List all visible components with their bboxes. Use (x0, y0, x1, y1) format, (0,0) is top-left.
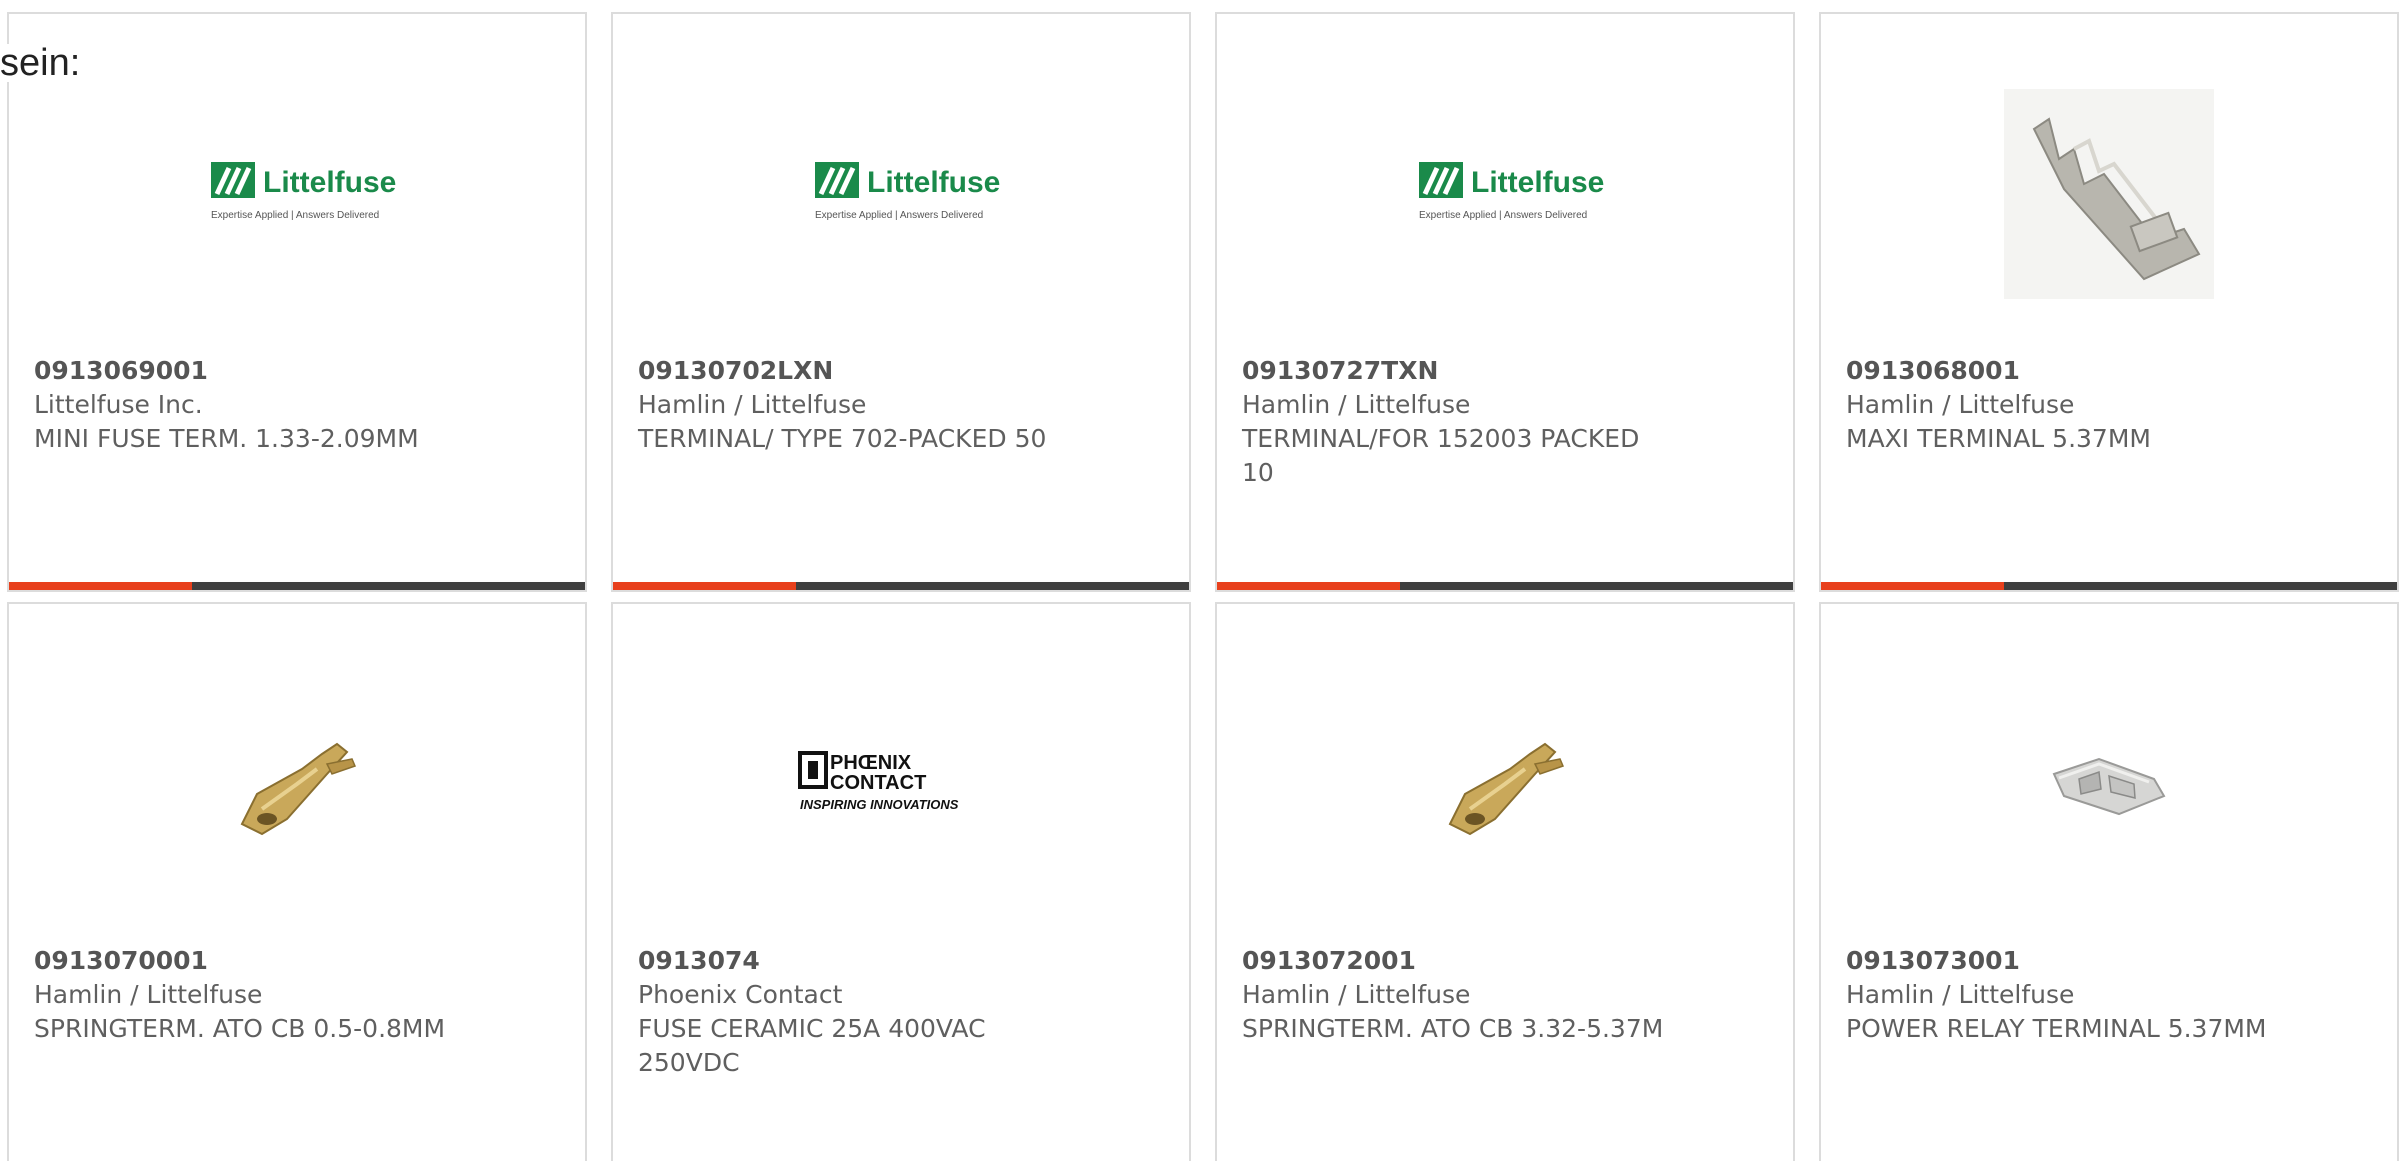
product-info: 0913069001 Littelfuse Inc. MINI FUSE TER… (34, 354, 564, 456)
manufacturer: Hamlin / Littelfuse (34, 980, 263, 1009)
product-info: 0913072001 Hamlin / Littelfuse SPRINGTER… (1242, 944, 1772, 1046)
product-image[interactable]: Littelfuse Expertise Applied | Answers D… (9, 74, 585, 314)
card-bar-accent (1821, 582, 2004, 590)
product-image[interactable] (1217, 664, 1793, 904)
product-card[interactable]: 0913070001 Hamlin / Littelfuse SPRINGTER… (7, 602, 587, 1161)
product-description: TERMINAL/ TYPE 702-PACKED 50 (638, 424, 1047, 453)
product-image[interactable] (1821, 74, 2397, 314)
brass-spring-terminal-photo (240, 742, 357, 836)
product-card[interactable]: 0913073001 Hamlin / Littelfuse POWER REL… (1819, 602, 2399, 1161)
manufacturer: Littelfuse Inc. (34, 390, 203, 419)
product-grid-page: sein: Littelfuse Expertise Applied | Ans… (0, 0, 2400, 1161)
littelfuse-logo: Littelfuse Expertise Applied | Answers D… (1419, 162, 1604, 221)
product-image[interactable]: Littelfuse Expertise Applied | Answers D… (613, 74, 1189, 314)
part-number[interactable]: 0913074 (638, 944, 1168, 978)
product-image[interactable] (9, 664, 585, 904)
phoenix-logo-line2: CONTACT (830, 772, 926, 794)
card-bottom-bar (9, 582, 585, 590)
part-number[interactable]: 0913073001 (1846, 944, 2376, 978)
product-info: 09130727TXN Hamlin / Littelfuse TERMINAL… (1242, 354, 1772, 490)
product-description: TERMINAL/FOR 152003 PACKED 10 (1242, 424, 1640, 487)
product-image[interactable]: Littelfuse Expertise Applied | Answers D… (1217, 74, 1793, 314)
card-bottom-bar (1217, 582, 1793, 590)
maxi-terminal-photo (2004, 89, 2214, 299)
part-number[interactable]: 0913072001 (1242, 944, 1772, 978)
manufacturer: Hamlin / Littelfuse (1242, 390, 1471, 419)
card-bar-accent (1217, 582, 1400, 590)
brass-spring-terminal-photo (1448, 742, 1565, 836)
littelfuse-logo-name: Littelfuse (263, 166, 396, 199)
product-description: MINI FUSE TERM. 1.33-2.09MM (34, 424, 419, 453)
product-description: POWER RELAY TERMINAL 5.37MM (1846, 1014, 2267, 1043)
product-info: 0913073001 Hamlin / Littelfuse POWER REL… (1846, 944, 2376, 1046)
manufacturer: Hamlin / Littelfuse (1242, 980, 1471, 1009)
card-bar-accent (9, 582, 192, 590)
manufacturer: Phoenix Contact (638, 980, 843, 1009)
littelfuse-logo-tagline: Expertise Applied | Answers Delivered (815, 210, 983, 221)
card-bottom-bar (613, 582, 1189, 590)
product-info: 0913074 Phoenix Contact FUSE CERAMIC 25A… (638, 944, 1168, 1080)
manufacturer: Hamlin / Littelfuse (638, 390, 867, 419)
product-card[interactable]: 0913072001 Hamlin / Littelfuse SPRINGTER… (1215, 602, 1795, 1161)
part-number[interactable]: 09130727TXN (1242, 354, 1772, 388)
product-grid: Littelfuse Expertise Applied | Answers D… (7, 12, 2399, 1161)
phoenix-logo-tagline: INSPIRING INNOVATIONS (800, 797, 959, 812)
part-number[interactable]: 0913070001 (34, 944, 564, 978)
littelfuse-logo: Littelfuse Expertise Applied | Answers D… (815, 162, 1000, 221)
intro-text: sein: (0, 42, 81, 84)
product-info: 0913070001 Hamlin / Littelfuse SPRINGTER… (34, 944, 564, 1046)
littelfuse-logo-name: Littelfuse (867, 166, 1000, 199)
littelfuse-logo-tagline: Expertise Applied | Answers Delivered (211, 210, 379, 221)
littelfuse-logo-name: Littelfuse (1471, 166, 1604, 199)
product-card[interactable]: Littelfuse Expertise Applied | Answers D… (1215, 12, 1795, 592)
product-info: 0913068001 Hamlin / Littelfuse MAXI TERM… (1846, 354, 2376, 456)
product-description: SPRINGTERM. ATO CB 0.5-0.8MM (34, 1014, 446, 1043)
product-description: MAXI TERMINAL 5.37MM (1846, 424, 2151, 453)
product-description: FUSE CERAMIC 25A 400VAC 250VDC (638, 1014, 986, 1077)
product-card[interactable]: PHŒNIX CONTACT INSPIRING INNOVATIONS 091… (611, 602, 1191, 1161)
phoenix-contact-logo: PHŒNIX CONTACT INSPIRING INNOVATIONS (798, 751, 959, 812)
card-bar-accent (613, 582, 796, 590)
part-number[interactable]: 0913069001 (34, 354, 564, 388)
product-description: SPRINGTERM. ATO CB 3.32-5.37M (1242, 1014, 1664, 1043)
part-number[interactable]: 09130702LXN (638, 354, 1168, 388)
manufacturer: Hamlin / Littelfuse (1846, 980, 2075, 1009)
product-image[interactable]: PHŒNIX CONTACT INSPIRING INNOVATIONS (613, 664, 1189, 904)
littelfuse-logo: Littelfuse Expertise Applied | Answers D… (211, 162, 396, 221)
littelfuse-logo-tagline: Expertise Applied | Answers Delivered (1419, 210, 1587, 221)
phoenix-logo-line1: PHŒNIX (830, 752, 912, 774)
silver-relay-terminal-photo (2052, 757, 2166, 816)
product-image[interactable] (1821, 664, 2397, 904)
part-number[interactable]: 0913068001 (1846, 354, 2376, 388)
product-card[interactable]: Littelfuse Expertise Applied | Answers D… (611, 12, 1191, 592)
product-card[interactable]: Littelfuse Expertise Applied | Answers D… (7, 12, 587, 592)
manufacturer: Hamlin / Littelfuse (1846, 390, 2075, 419)
product-info: 09130702LXN Hamlin / Littelfuse TERMINAL… (638, 354, 1168, 456)
card-bottom-bar (1821, 582, 2397, 590)
product-card[interactable]: 0913068001 Hamlin / Littelfuse MAXI TERM… (1819, 12, 2399, 592)
